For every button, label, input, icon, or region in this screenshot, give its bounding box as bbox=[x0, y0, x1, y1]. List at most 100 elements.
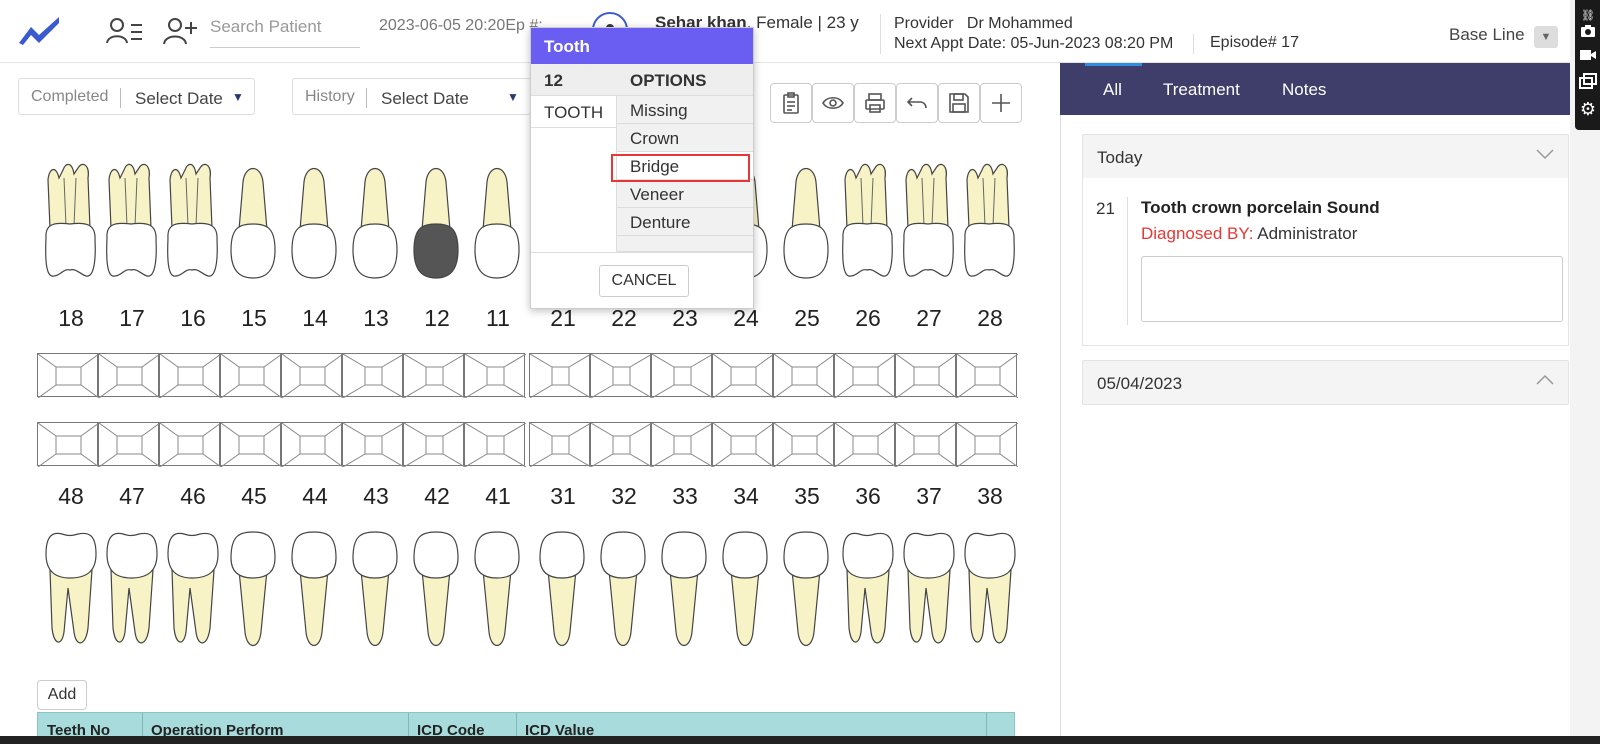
lower-tooth-42[interactable] bbox=[408, 528, 466, 658]
tab-all[interactable]: All bbox=[1103, 80, 1122, 100]
upper-tooth-12[interactable] bbox=[408, 160, 466, 290]
tooth-surface-box[interactable] bbox=[403, 422, 465, 467]
tooth-surface-box[interactable] bbox=[590, 422, 652, 467]
completed-filter[interactable]: Completed Select Date ▼ bbox=[18, 78, 255, 115]
tooth-surface-box[interactable] bbox=[712, 422, 774, 467]
upper-tooth-18[interactable] bbox=[42, 160, 100, 290]
lower-tooth-44[interactable] bbox=[286, 528, 344, 658]
logo-icon[interactable] bbox=[16, 12, 64, 48]
patient-list-icon[interactable] bbox=[104, 14, 146, 48]
upper-tooth-13[interactable] bbox=[347, 160, 405, 290]
upper-tooth-27[interactable] bbox=[900, 160, 958, 290]
history-date-select[interactable]: Select Date bbox=[381, 89, 469, 109]
lower-tooth-37[interactable] bbox=[900, 528, 958, 658]
caret-down-icon[interactable]: ▼ bbox=[232, 90, 244, 104]
upper-tooth-16[interactable] bbox=[164, 160, 222, 290]
tooth-surface-box[interactable] bbox=[37, 422, 99, 467]
search-input[interactable]: Search Patient bbox=[210, 12, 360, 48]
tooth-surface-box[interactable] bbox=[651, 353, 713, 398]
lower-tooth-46[interactable] bbox=[164, 528, 222, 658]
tooth-surface-box[interactable] bbox=[895, 422, 957, 467]
upper-tooth-11[interactable] bbox=[469, 160, 527, 290]
tooth-surface-box[interactable] bbox=[342, 422, 404, 467]
upper-tooth-14[interactable] bbox=[286, 160, 344, 290]
tooth-surface-box[interactable] bbox=[159, 353, 221, 398]
gear-icon[interactable]: ⚙ bbox=[1577, 98, 1599, 120]
lower-tooth-43[interactable] bbox=[347, 528, 405, 658]
save-icon[interactable] bbox=[938, 83, 980, 123]
tooth-surface-box[interactable] bbox=[98, 353, 160, 398]
preview-icon[interactable] bbox=[812, 83, 854, 123]
option-crown[interactable]: Crown bbox=[617, 124, 753, 152]
completed-date-select[interactable]: Select Date bbox=[135, 89, 223, 109]
upper-tooth-26[interactable] bbox=[839, 160, 897, 290]
lower-tooth-45[interactable] bbox=[225, 528, 283, 658]
option-missing[interactable]: Missing bbox=[617, 96, 753, 124]
option-denture[interactable]: Denture bbox=[617, 208, 753, 236]
print-icon[interactable] bbox=[854, 83, 896, 123]
undo-icon[interactable] bbox=[896, 83, 938, 123]
chevron-up-icon[interactable] bbox=[1536, 373, 1554, 391]
lower-tooth-47[interactable] bbox=[103, 528, 161, 658]
tooth-surface-box[interactable] bbox=[529, 353, 591, 398]
option-veneer[interactable]: Veneer bbox=[617, 180, 753, 208]
tooth-surface-box[interactable] bbox=[956, 353, 1018, 398]
tooth-surface-box[interactable] bbox=[281, 353, 343, 398]
clipboard-icon[interactable] bbox=[770, 83, 812, 123]
tooth-surface-box[interactable] bbox=[834, 422, 896, 467]
caret-down-icon[interactable]: ▼ bbox=[1534, 26, 1558, 48]
lower-tooth-36[interactable] bbox=[839, 528, 897, 658]
tab-notes[interactable]: Notes bbox=[1282, 80, 1326, 100]
lower-tooth-48[interactable] bbox=[42, 528, 100, 658]
tooth-surface-box[interactable] bbox=[956, 422, 1018, 467]
tab-treatment[interactable]: Treatment bbox=[1163, 80, 1240, 100]
tooth-surface-box[interactable] bbox=[773, 422, 835, 467]
video-icon[interactable] bbox=[1577, 44, 1599, 66]
tooth-surface-box[interactable] bbox=[342, 353, 404, 398]
tooth-surface-box[interactable] bbox=[281, 422, 343, 467]
lower-tooth-31[interactable] bbox=[534, 528, 592, 658]
chevron-down-icon[interactable] bbox=[1536, 147, 1554, 165]
cancel-button[interactable]: CANCEL bbox=[599, 265, 689, 297]
entry-notes-textarea[interactable] bbox=[1141, 256, 1563, 322]
tooth-surface-box[interactable] bbox=[529, 422, 591, 467]
tooth-surface-box[interactable] bbox=[895, 353, 957, 398]
lower-tooth-38[interactable] bbox=[961, 528, 1019, 658]
lower-tooth-35[interactable] bbox=[778, 528, 836, 658]
tooth-surface-box[interactable] bbox=[220, 353, 282, 398]
upper-tooth-15[interactable] bbox=[225, 160, 283, 290]
option-bridge[interactable]: Bridge bbox=[617, 152, 753, 180]
episode-number: Episode# 17 bbox=[1210, 34, 1299, 51]
windows-icon[interactable] bbox=[1577, 70, 1599, 92]
tooth-surface-box[interactable] bbox=[590, 353, 652, 398]
upper-tooth-25[interactable] bbox=[778, 160, 836, 290]
option-list-scroll[interactable] bbox=[617, 236, 753, 252]
tooth-surface-box[interactable] bbox=[464, 353, 526, 398]
tooth-surface-box[interactable] bbox=[834, 353, 896, 398]
caret-down-icon[interactable]: ▼ bbox=[507, 90, 519, 104]
tooth-surface-box[interactable] bbox=[712, 353, 774, 398]
history-filter[interactable]: History Select Date ▼ bbox=[292, 78, 531, 115]
lower-tooth-34[interactable] bbox=[717, 528, 775, 658]
add-patient-icon[interactable] bbox=[160, 14, 200, 48]
upper-tooth-17[interactable] bbox=[103, 160, 161, 290]
tooth-surface-box[interactable] bbox=[98, 422, 160, 467]
today-accordion[interactable]: Today bbox=[1082, 134, 1569, 179]
lower-tooth-41[interactable] bbox=[469, 528, 527, 658]
tooth-surface-box[interactable] bbox=[220, 422, 282, 467]
lower-tooth-33[interactable] bbox=[656, 528, 714, 658]
baseline-select[interactable]: Base Line bbox=[1449, 25, 1525, 45]
tooth-surface-box[interactable] bbox=[159, 422, 221, 467]
tooth-surface-box[interactable] bbox=[464, 422, 526, 467]
add-icon[interactable] bbox=[980, 83, 1022, 123]
tooth-number: 42 bbox=[424, 483, 450, 509]
camera-icon[interactable] bbox=[1577, 20, 1599, 42]
add-row-button[interactable]: Add bbox=[37, 680, 87, 710]
upper-tooth-28[interactable] bbox=[961, 160, 1019, 290]
tooth-surface-box[interactable] bbox=[651, 422, 713, 467]
past-accordion[interactable]: 05/04/2023 bbox=[1082, 360, 1569, 405]
tooth-surface-box[interactable] bbox=[37, 353, 99, 398]
lower-tooth-32[interactable] bbox=[595, 528, 653, 658]
tooth-surface-box[interactable] bbox=[773, 353, 835, 398]
tooth-surface-box[interactable] bbox=[403, 353, 465, 398]
